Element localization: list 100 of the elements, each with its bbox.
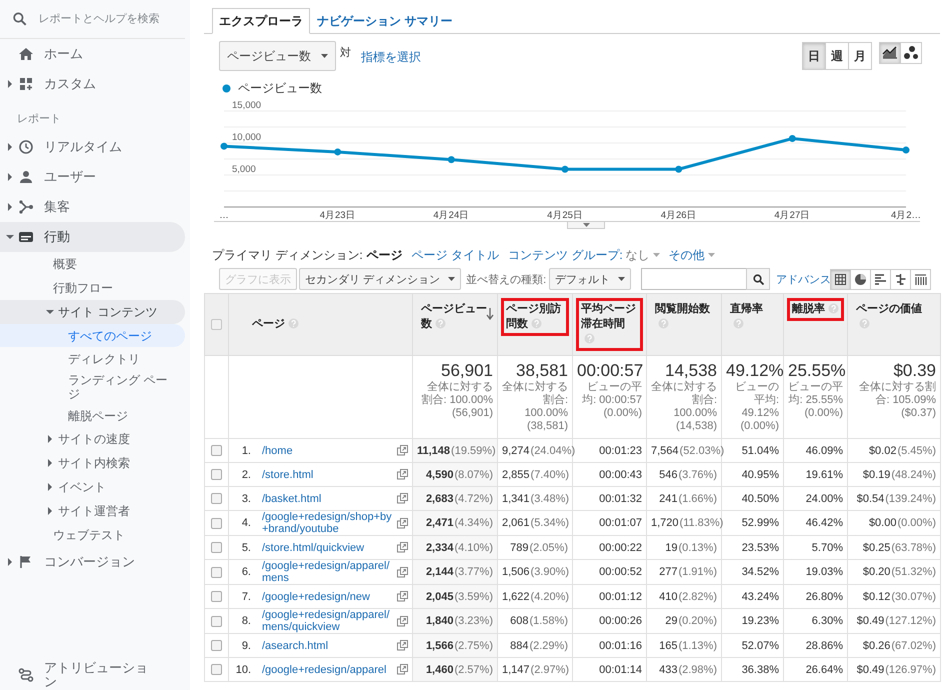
sort-type-dropdown[interactable]: デフォルト — [549, 268, 632, 290]
cell-share: (3.59%) — [454, 590, 493, 602]
axis-label: 4月27日 — [774, 210, 810, 221]
period-button[interactable]: 週 — [825, 42, 849, 70]
nav-item[interactable]: ウェブテスト — [0, 523, 185, 547]
cell-value: 36.38% — [742, 664, 779, 676]
table-view-button[interactable] — [910, 268, 932, 290]
column-header[interactable]: ページ — [247, 313, 304, 336]
cell-share: (3.76%) — [678, 468, 717, 480]
page-link[interactable]: /google+redesign/apparel/mens — [262, 560, 395, 584]
axis-label: 4月25日 — [547, 210, 583, 221]
nav-item[interactable]: ランディング ページ — [0, 370, 185, 404]
page-link[interactable]: /home — [262, 444, 395, 456]
tab[interactable]: ナビゲーション サマリー — [310, 8, 460, 34]
current-dimension[interactable]: ページ — [366, 246, 403, 264]
page-link[interactable]: /google+redesign/new — [262, 590, 395, 602]
dimension-link[interactable]: その他 — [668, 246, 715, 264]
nav-item[interactable]: コンバージョン — [0, 547, 185, 577]
nav-item[interactable]: サイト内検索 — [0, 451, 185, 475]
table-view-button[interactable] — [850, 268, 872, 290]
cell-value: 433 — [659, 664, 678, 676]
nav-item[interactable]: カスタム — [0, 69, 185, 99]
data-point — [675, 166, 682, 173]
search-field[interactable]: レポートとヘルプを検索 — [38, 13, 185, 25]
period-button[interactable]: 日 — [802, 42, 826, 70]
cell-value: 00:00:22 — [599, 542, 642, 554]
secondary-dimension-dropdown[interactable]: セカンダリ ディメンション — [299, 268, 462, 290]
cell-share: (2.97%) — [530, 664, 570, 676]
nav-item[interactable]: ユーザー — [0, 162, 185, 192]
nav-item[interactable]: サイト コンテンツ — [0, 300, 185, 324]
open-window-icon — [397, 566, 408, 578]
expand-arrow-icon — [6, 558, 14, 566]
page-link[interactable]: /asearch.html — [262, 640, 395, 652]
table-view-button[interactable] — [830, 268, 852, 290]
dimension-link[interactable]: ページ タイトル — [412, 246, 500, 264]
table-search-field[interactable] — [641, 268, 748, 290]
checkbox[interactable] — [211, 566, 222, 578]
column-header[interactable]: 平均ページ滞在時間 — [576, 298, 643, 351]
open-window-icon — [397, 469, 408, 480]
grid-icon — [18, 76, 34, 92]
period-button[interactable]: 月 — [848, 42, 872, 70]
nav-item[interactable]: サイト運営者 — [0, 499, 185, 523]
page-link[interactable]: /store.html — [262, 468, 395, 480]
cell-share: (24.04%) — [530, 444, 576, 456]
checkbox[interactable] — [211, 469, 222, 480]
tab[interactable]: エクスプローラ — [212, 8, 310, 34]
nav-item[interactable]: サイトの速度 — [0, 427, 185, 451]
total-note: ビューの平均: 25.55% (0.00%) — [788, 381, 843, 420]
advanced-link[interactable]: アドバンス — [776, 272, 832, 286]
metric-dropdown[interactable]: ページビュー数 — [219, 41, 336, 71]
checkbox[interactable] — [211, 493, 222, 504]
page-link[interactable]: /google+redesign/shop+by+brand/youtube — [262, 511, 395, 535]
checkbox[interactable] — [211, 616, 222, 627]
cell-value: 40.95% — [742, 468, 779, 480]
chart-type-button[interactable] — [879, 42, 901, 64]
table-view-button[interactable] — [890, 268, 912, 290]
nav-item[interactable]: 集客 — [0, 192, 185, 222]
chart-type-button[interactable] — [900, 42, 922, 64]
expand-arrow-icon — [6, 80, 14, 88]
checkbox[interactable] — [211, 542, 222, 554]
row-number: 3. — [240, 492, 251, 504]
row-number: 8. — [240, 615, 251, 627]
nav-item[interactable]: 概要 — [0, 252, 185, 276]
checkbox[interactable] — [211, 591, 222, 602]
page-link[interactable]: /store.html/quickview — [262, 542, 395, 554]
axis-label: 4月23日 — [320, 210, 356, 221]
nav-item[interactable]: アトリビューション — [0, 660, 185, 690]
nav-item[interactable]: リアルタイム — [0, 132, 185, 162]
nav-item[interactable]: ディレクトリ — [0, 347, 185, 370]
nav-item[interactable]: 行動フロー — [0, 276, 185, 300]
checkbox[interactable] — [211, 445, 222, 456]
column-header[interactable]: ページ別訪問数 — [501, 298, 569, 336]
checkbox[interactable] — [211, 518, 222, 529]
nav-item[interactable]: すべてのページ — [0, 324, 185, 347]
open-window-icon — [397, 445, 408, 456]
expand-arrow-icon — [46, 435, 54, 443]
page-link[interactable]: /google+redesign/apparel — [262, 664, 395, 676]
column-header[interactable]: 離脱率 — [787, 298, 844, 321]
checkbox[interactable] — [211, 319, 222, 330]
cell-value: 19.61% — [806, 468, 843, 480]
nav-item[interactable]: イベント — [0, 475, 185, 499]
window-icon — [18, 229, 34, 245]
checkbox[interactable] — [211, 664, 222, 676]
page-link[interactable]: /google+redesign/apparel/mens/quickview — [262, 609, 395, 633]
collapse-handle[interactable] — [567, 222, 605, 229]
dimension-link[interactable]: コンテンツ グループ: なし — [508, 246, 660, 264]
legend-label: ページビュー数 — [238, 80, 322, 96]
cell-value: $0.12 — [862, 590, 890, 602]
path-icon — [18, 667, 34, 683]
cell-value: 00:00:26 — [599, 615, 642, 627]
expand-arrow-icon — [46, 483, 54, 491]
search-button[interactable] — [746, 268, 770, 290]
nav-item[interactable]: 行動 — [0, 222, 185, 252]
select-metric-link[interactable]: 指標を選択 — [361, 49, 421, 66]
nav-item[interactable]: ホーム — [0, 39, 185, 69]
row-number: 5. — [240, 542, 251, 554]
table-view-button[interactable] — [870, 268, 892, 290]
checkbox[interactable] — [211, 640, 222, 652]
page-link[interactable]: /basket.html — [262, 492, 395, 504]
nav-item[interactable]: 離脱ページ — [0, 404, 185, 427]
